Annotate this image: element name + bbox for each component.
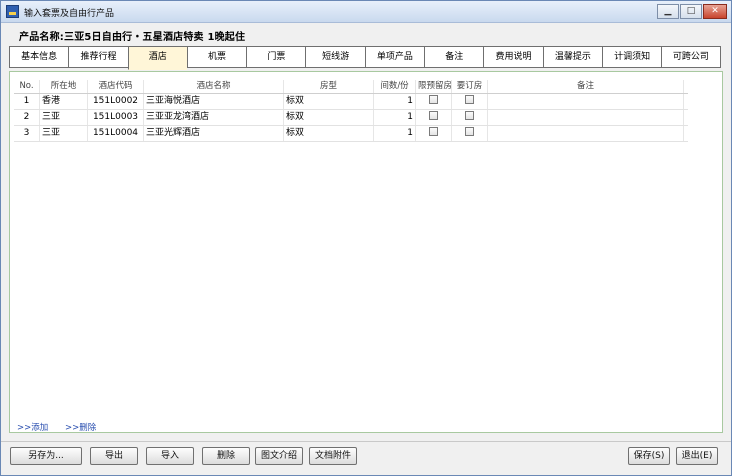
tab-ticket[interactable]: 门票 <box>246 46 306 68</box>
tab-recommended-itinerary[interactable]: 推荐行程 <box>68 46 128 68</box>
need-booking-checkbox[interactable] <box>465 95 474 104</box>
row-hotel-name[interactable]: 三亚海悦酒店 <box>144 94 284 109</box>
header-need-booking: 要订房 <box>452 80 488 93</box>
row-hotel-name[interactable]: 三亚光辉酒店 <box>144 126 284 141</box>
header-room-count: 间数/份 <box>374 80 416 93</box>
header-memo: 备注 <box>488 80 684 93</box>
tab-single-product[interactable]: 单项产品 <box>364 46 425 68</box>
hotel-panel: No. 所在地 酒店代码 酒店名称 房型 间数/份 限预留房 要订房 备注 1 … <box>9 71 723 433</box>
row-actions: >>添加 >>删除 <box>17 421 110 433</box>
title-bar[interactable]: 输入套票及自由行产品 ▁ □ ✕ <box>1 1 731 23</box>
product-name: 产品名称:三亚5日自由行・五星酒店特卖 1晚起住 <box>19 32 246 43</box>
maximize-icon[interactable]: □ <box>680 4 702 19</box>
minimize-icon[interactable]: ▁ <box>657 4 679 19</box>
header-limit-reserved: 限预留房 <box>418 80 452 93</box>
row-location[interactable]: 三亚 <box>40 126 88 141</box>
row-no: 2 <box>14 110 40 125</box>
row-no: 1 <box>14 94 40 109</box>
row-hotel-code[interactable]: 151L0003 <box>88 110 144 125</box>
row-limit-reserved <box>416 126 452 141</box>
need-booking-checkbox[interactable] <box>465 111 474 120</box>
row-room-type[interactable]: 标双 <box>284 126 374 141</box>
document-attachments-button[interactable]: 文档附件 <box>309 447 357 465</box>
main-window: 输入套票及自由行产品 ▁ □ ✕ 产品名称:三亚5日自由行・五星酒店特卖 1晚起… <box>0 0 732 476</box>
tab-operator-notes[interactable]: 计调须知 <box>601 46 662 68</box>
row-room-count[interactable]: 1 <box>374 94 416 109</box>
row-no: 3 <box>14 126 40 141</box>
export-button[interactable]: 导出 <box>90 447 138 465</box>
row-need-booking <box>452 110 488 125</box>
window-controls: ▁ □ ✕ <box>657 4 727 19</box>
row-limit-reserved <box>416 94 452 109</box>
table-row[interactable]: 3 三亚 151L0004 三亚光辉酒店 标双 1 <box>14 126 688 142</box>
header-hotel-name: 酒店名称 <box>144 80 284 93</box>
tab-flight[interactable]: 机票 <box>186 46 247 68</box>
import-button[interactable]: 导入 <box>146 447 194 465</box>
tab-cross-company[interactable]: 可跨公司 <box>661 46 721 68</box>
row-hotel-code[interactable]: 151L0002 <box>88 94 144 109</box>
limit-reserved-checkbox[interactable] <box>429 111 438 120</box>
row-location[interactable]: 三亚 <box>40 110 88 125</box>
save-button[interactable]: 保存(S) <box>628 447 670 465</box>
row-need-booking <box>452 126 488 141</box>
header-hotel-code: 酒店代码 <box>88 80 144 93</box>
limit-reserved-checkbox[interactable] <box>429 95 438 104</box>
row-need-booking <box>452 94 488 109</box>
header-location: 所在地 <box>40 80 88 93</box>
illustrated-intro-button[interactable]: 图文介绍 <box>255 447 303 465</box>
tab-basic-info[interactable]: 基本信息 <box>9 46 69 68</box>
grid-header: No. 所在地 酒店代码 酒店名称 房型 间数/份 限预留房 要订房 备注 <box>14 80 688 94</box>
row-room-count[interactable]: 1 <box>374 126 416 141</box>
row-memo[interactable] <box>488 126 684 141</box>
app-icon <box>6 5 19 18</box>
tab-short-tour[interactable]: 短线游 <box>305 46 365 68</box>
row-hotel-code[interactable]: 151L0004 <box>88 126 144 141</box>
close-icon[interactable]: ✕ <box>703 4 727 19</box>
header-room-type: 房型 <box>284 80 374 93</box>
exit-button[interactable]: 退出(E) <box>676 447 718 465</box>
tab-hotel[interactable]: 酒店 <box>127 46 187 70</box>
bottom-toolbar: 另存为... 导出 导入 删除 图文介绍 文档附件 保存(S) 退出(E) <box>1 441 731 475</box>
row-location[interactable]: 香港 <box>40 94 88 109</box>
add-row-link[interactable]: >>添加 <box>17 423 48 433</box>
need-booking-checkbox[interactable] <box>465 127 474 136</box>
tab-notes[interactable]: 备注 <box>424 46 484 68</box>
table-row[interactable]: 2 三亚 151L0003 三亚亚龙湾酒店 标双 1 <box>14 110 688 126</box>
delete-button[interactable]: 删除 <box>202 447 250 465</box>
tab-tips[interactable]: 温馨提示 <box>542 46 602 68</box>
header-no: No. <box>14 80 40 93</box>
delete-row-link[interactable]: >>删除 <box>65 423 96 433</box>
row-room-type[interactable]: 标双 <box>284 94 374 109</box>
row-memo[interactable] <box>488 94 684 109</box>
window-title: 输入套票及自由行产品 <box>24 9 115 19</box>
row-room-type[interactable]: 标双 <box>284 110 374 125</box>
row-hotel-name[interactable]: 三亚亚龙湾酒店 <box>144 110 284 125</box>
tab-bar: 基本信息 推荐行程 酒店 机票 门票 短线游 单项产品 备注 费用说明 温馨提示… <box>9 46 721 70</box>
save-as-button[interactable]: 另存为... <box>10 447 82 465</box>
row-room-count[interactable]: 1 <box>374 110 416 125</box>
tab-fee-description[interactable]: 费用说明 <box>483 46 543 68</box>
row-limit-reserved <box>416 110 452 125</box>
hotel-grid: No. 所在地 酒店代码 酒店名称 房型 间数/份 限预留房 要订房 备注 1 … <box>14 80 688 142</box>
table-row[interactable]: 1 香港 151L0002 三亚海悦酒店 标双 1 <box>14 94 688 110</box>
row-memo[interactable] <box>488 110 684 125</box>
limit-reserved-checkbox[interactable] <box>429 127 438 136</box>
